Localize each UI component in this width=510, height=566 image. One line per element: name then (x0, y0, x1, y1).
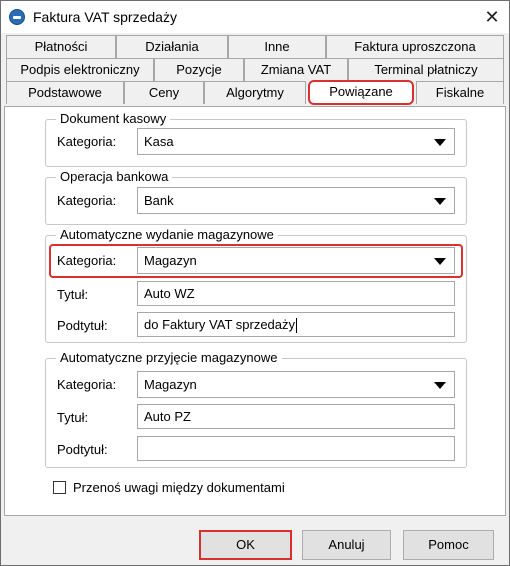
help-button[interactable]: Pomoc (403, 530, 494, 560)
ok-button[interactable]: OK (199, 530, 292, 560)
przyjecie-podtytul-label: Podtytuł: (57, 442, 108, 457)
wydanie-podtytul-input[interactable]: do Faktury VAT sprzedaży (137, 312, 455, 337)
tab-powiazane[interactable]: Powiązane (308, 80, 414, 105)
bankowa-kategoria-value: Bank (144, 193, 174, 208)
chevron-down-icon (434, 382, 446, 389)
tab-dzialania[interactable]: Działania (116, 35, 228, 58)
wydanie-podtytul-label: Podtytuł: (57, 318, 108, 333)
tab-ceny[interactable]: Ceny (124, 81, 204, 104)
przyjecie-kategoria-select[interactable]: Magazyn (137, 371, 455, 398)
dialog-window: Faktura VAT sprzedaży ✕ Płatności Działa… (0, 0, 510, 566)
chevron-down-icon (434, 139, 446, 146)
tab-fiskalne[interactable]: Fiskalne (416, 81, 504, 104)
tab-zmiana-vat[interactable]: Zmiana VAT (244, 58, 348, 81)
wydanie-tytul-label: Tytuł: (57, 287, 89, 302)
title-bar: Faktura VAT sprzedaży ✕ (1, 1, 509, 33)
przyjecie-kategoria-label: Kategoria: (57, 377, 117, 392)
window-title: Faktura VAT sprzedaży (33, 9, 177, 25)
tab-podstawowe[interactable]: Podstawowe (6, 81, 124, 104)
wydanie-kategoria-label: Kategoria: (57, 253, 117, 268)
app-icon (9, 9, 25, 25)
group-title-dokument-kasowy: Dokument kasowy (56, 111, 171, 127)
kasowy-kategoria-value: Kasa (144, 134, 174, 149)
wydanie-kategoria-select[interactable]: Magazyn (137, 247, 455, 274)
kasowy-kategoria-select[interactable]: Kasa (137, 128, 455, 155)
bankowa-kategoria-select[interactable]: Bank (137, 187, 455, 214)
tab-terminal-platniczy[interactable]: Terminal płatniczy (348, 58, 504, 81)
chevron-down-icon (434, 258, 446, 265)
tab-podpis-elektroniczny[interactable]: Podpis elektroniczny (6, 58, 154, 81)
tab-faktura-uproszczona[interactable]: Faktura uproszczona (326, 35, 504, 58)
tab-strip: Płatności Działania Inne Faktura uproszc… (4, 35, 506, 107)
cancel-button[interactable]: Anuluj (302, 530, 391, 560)
przyjecie-kategoria-value: Magazyn (144, 377, 197, 392)
chevron-down-icon (434, 198, 446, 205)
przyjecie-tytul-input[interactable]: Auto PZ (137, 404, 455, 429)
wydanie-tytul-value: Auto WZ (144, 286, 195, 301)
przyjecie-podtytul-input[interactable] (137, 436, 455, 461)
przenos-uwagi-checkbox[interactable] (53, 481, 66, 494)
group-title-przyjecie-magazynowe: Automatyczne przyjęcie magazynowe (56, 350, 282, 366)
tab-pozycje[interactable]: Pozycje (154, 58, 244, 81)
przyjecie-tytul-value: Auto PZ (144, 409, 191, 424)
bankowa-kategoria-label: Kategoria: (57, 193, 117, 208)
kasowy-kategoria-label: Kategoria: (57, 134, 117, 149)
przenos-uwagi-label[interactable]: Przenoś uwagi między dokumentami (73, 480, 285, 496)
przyjecie-tytul-label: Tytuł: (57, 410, 89, 425)
group-title-operacja-bankowa: Operacja bankowa (56, 169, 173, 185)
text-cursor (296, 318, 298, 334)
tab-platnosci[interactable]: Płatności (6, 35, 116, 58)
wydanie-kategoria-value: Magazyn (144, 253, 197, 268)
wydanie-tytul-input[interactable]: Auto WZ (137, 281, 455, 306)
group-title-wydanie-magazynowe: Automatyczne wydanie magazynowe (56, 227, 278, 243)
tab-algorytmy[interactable]: Algorytmy (204, 81, 306, 104)
wydanie-podtytul-value: do Faktury VAT sprzedaży (144, 317, 296, 332)
close-button[interactable]: ✕ (477, 2, 507, 32)
tab-inne[interactable]: Inne (228, 35, 326, 58)
